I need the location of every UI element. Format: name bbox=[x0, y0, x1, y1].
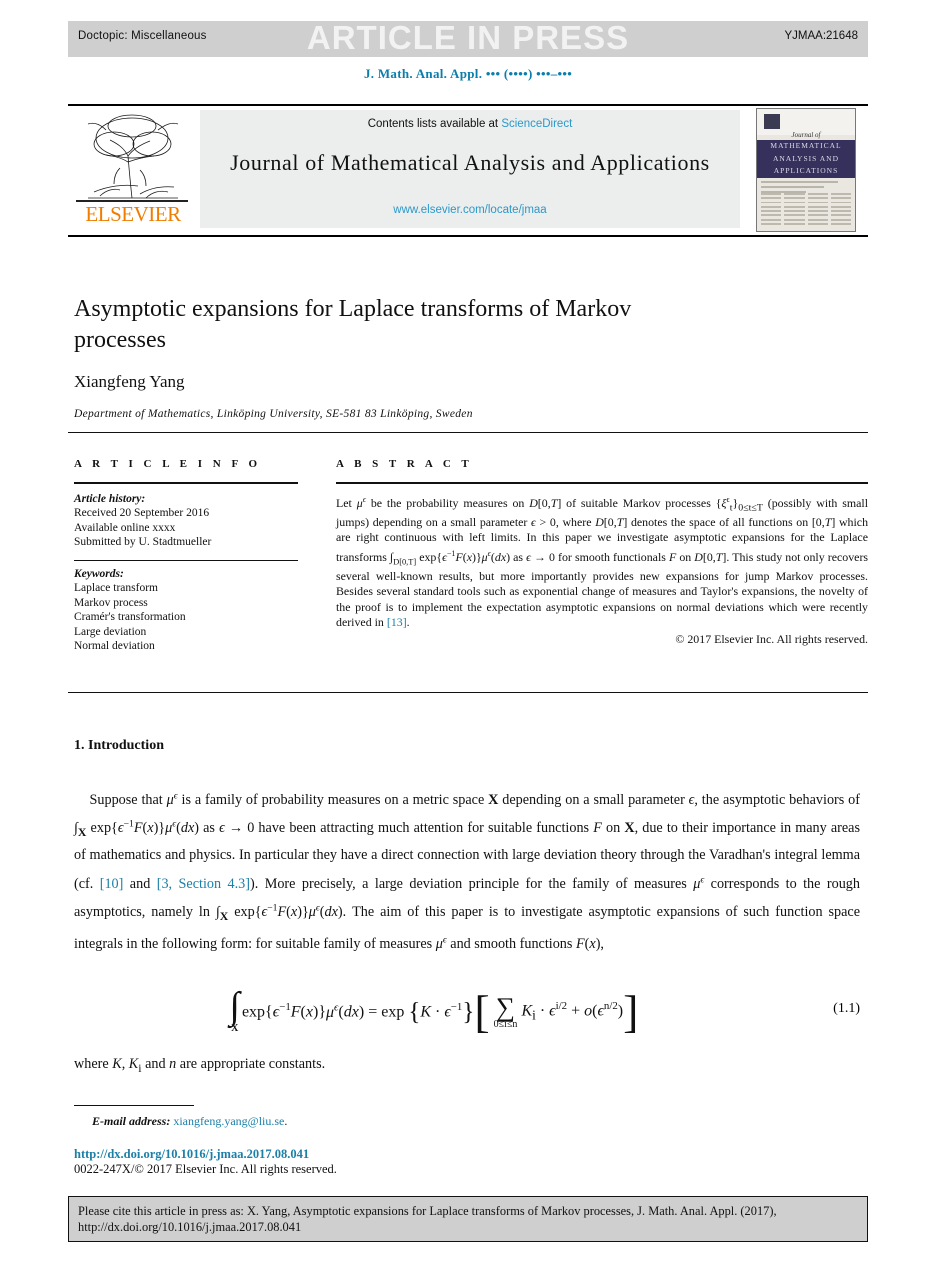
running-head: J. Math. Anal. Appl. ••• (••••) •••–••• bbox=[363, 66, 573, 81]
author-name: Xiangfeng Yang bbox=[74, 372, 185, 391]
article-info-rule bbox=[74, 482, 298, 484]
section-heading-introduction: 1. Introduction bbox=[74, 738, 164, 753]
doi-link[interactable]: http://dx.doi.org/10.1016/j.jmaa.2017.08… bbox=[74, 1147, 309, 1162]
elsevier-tree-icon bbox=[87, 114, 179, 199]
keywords-rule bbox=[74, 559, 298, 561]
paper-page: Doctopic: Miscellaneous ARTICLE IN PRESS… bbox=[0, 0, 935, 1266]
affiliation-rule bbox=[68, 432, 868, 433]
cover-title-line2: ANALYSIS AND bbox=[772, 153, 840, 163]
cover-title-line1: MATHEMATICAL bbox=[770, 141, 842, 150]
email-address-line: E-mail address: xiangfeng.yang@liu.se. bbox=[92, 1114, 287, 1129]
contents-panel: Contents lists available at ScienceDirec… bbox=[200, 110, 740, 228]
cover-title-line3: APPLICATIONS bbox=[773, 166, 839, 175]
citation-ref-3[interactable]: [3, Section 4.3] bbox=[157, 876, 250, 892]
display-equation-row: ∫ X exp{ϵ−1F(x)}μϵ(dx) = exp {K · ϵ−1} [ … bbox=[74, 975, 860, 1049]
citation-ref-13[interactable]: [13] bbox=[387, 615, 407, 629]
citation-ref-10[interactable]: [10] bbox=[100, 876, 124, 892]
journal-cover-thumbnail: Journal of MATHEMATICAL ANALYSIS AND APP… bbox=[756, 108, 856, 232]
contents-available-line: Contents lists available at ScienceDirec… bbox=[200, 118, 740, 130]
author-affiliation: Department of Mathematics, Linköping Uni… bbox=[74, 408, 473, 420]
keyword-item: Laplace transform bbox=[74, 582, 158, 595]
masthead-rule-bottom bbox=[68, 235, 868, 237]
abstract-heading: A B S T R A C T bbox=[336, 458, 473, 470]
article-history-item: Submitted by U. Stadtmueller bbox=[74, 536, 212, 549]
article-info-heading: A R T I C L E I N F O bbox=[74, 458, 262, 470]
abstract-bottom-rule bbox=[68, 692, 868, 693]
keywords-label: Keywords: bbox=[74, 567, 124, 580]
footnote-rule bbox=[74, 1105, 194, 1107]
journal-name: Journal of Mathematical Analysis and App… bbox=[230, 150, 710, 175]
keyword-item: Normal deviation bbox=[74, 640, 155, 653]
abstract-column: A B S T R A C T Let μϵ be the probabilit… bbox=[336, 458, 868, 647]
abstract-rule bbox=[336, 482, 868, 484]
article-info-column: A R T I C L E I N F O Article history: R… bbox=[74, 458, 298, 654]
email-label: E-mail address: bbox=[92, 1114, 171, 1128]
please-cite-box: Please cite this article in press as: X.… bbox=[68, 1196, 868, 1242]
keyword-item: Large deviation bbox=[74, 625, 147, 638]
cover-journal-of-label: Journal of bbox=[791, 131, 821, 139]
where-constants-line: where K, Ki and n are appropriate consta… bbox=[74, 1056, 326, 1075]
abstract-copyright: © 2017 Elsevier Inc. All rights reserved… bbox=[675, 631, 868, 646]
contents-prefix: Contents lists available at bbox=[367, 118, 502, 130]
sciencedirect-link[interactable]: ScienceDirect bbox=[501, 118, 572, 130]
keywords-block: Keywords: Laplace transform Markov proce… bbox=[74, 567, 298, 654]
keyword-item: Markov process bbox=[74, 596, 148, 609]
email-period: . bbox=[284, 1114, 288, 1128]
cover-elsevier-mark-icon bbox=[764, 114, 780, 129]
article-history-item: Received 20 September 2016 bbox=[74, 507, 210, 520]
introduction-body-text: Suppose that μϵ is a family of probabili… bbox=[74, 790, 861, 952]
elsevier-wordmark: ELSEVIER bbox=[85, 202, 181, 226]
article-in-press-title: ARTICLE IN PRESS bbox=[306, 19, 630, 56]
email-link[interactable]: xiangfeng.yang@liu.se bbox=[173, 1114, 284, 1128]
article-history-block: Article history: Received 20 September 2… bbox=[74, 492, 298, 550]
abstract-text: Let μϵ be the probability measures on D[… bbox=[336, 494, 869, 629]
summation-symbol: ∑ 0≤i≤n bbox=[493, 991, 518, 1030]
display-equation-1-1: ∫ X exp{ϵ−1F(x)}μϵ(dx) = exp {K · ϵ−1} [ … bbox=[229, 984, 639, 1037]
equation-number: (1.1) bbox=[833, 1001, 860, 1016]
masthead-rule-top bbox=[68, 104, 868, 106]
article-in-press-bar: Doctopic: Miscellaneous ARTICLE IN PRESS… bbox=[68, 19, 868, 57]
cover-title-band: MATHEMATICAL ANALYSIS AND APPLICATIONS bbox=[757, 140, 855, 178]
please-cite-text: Please cite this article in press as: X.… bbox=[78, 1204, 777, 1234]
article-code: YJMAA:21648 bbox=[784, 30, 858, 42]
article-history-item: Available online xxxx bbox=[74, 521, 176, 534]
issn-copyright-line: 0022-247X/© 2017 Elsevier Inc. All right… bbox=[74, 1162, 337, 1176]
elsevier-logo: ELSEVIER bbox=[74, 110, 192, 230]
journal-masthead: ELSEVIER Contents lists available at Sci… bbox=[68, 104, 868, 237]
keyword-item: Cramér's transformation bbox=[74, 611, 186, 624]
journal-url-link[interactable]: www.elsevier.com/locate/jmaa bbox=[200, 204, 740, 216]
cover-contents-columns bbox=[761, 193, 851, 227]
integral-symbol: ∫ X bbox=[229, 984, 240, 1034]
page-title: Asymptotic expansions for Laplace transf… bbox=[74, 296, 632, 353]
article-history-label: Article history: bbox=[74, 492, 146, 505]
